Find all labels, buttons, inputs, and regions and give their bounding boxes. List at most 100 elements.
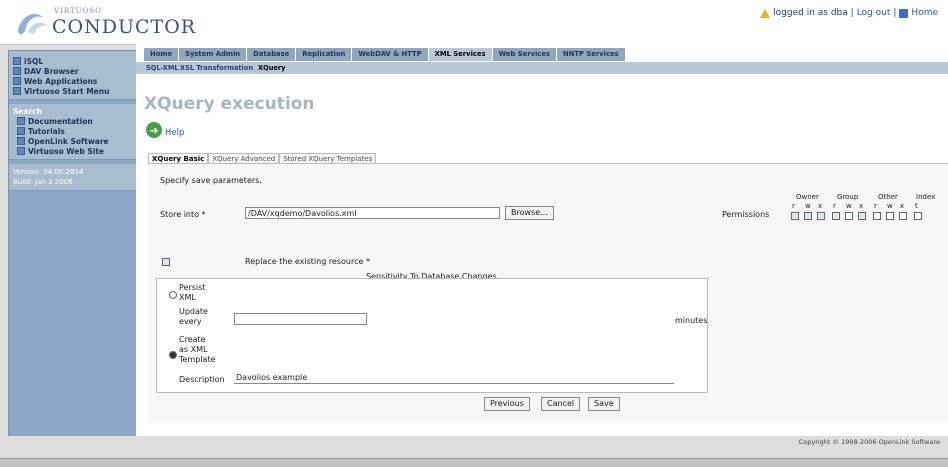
create-template-label: Create as XML Template (179, 335, 216, 364)
sidebar-version: Version: 04.00.2814 Build: Jan 3 2006 (9, 164, 137, 191)
perm-letter: t (915, 202, 918, 210)
create-template-radio-dot[interactable] (169, 351, 177, 359)
persist-radio[interactable] (169, 291, 177, 302)
minutes-label: minutes (675, 316, 708, 325)
sidebar-item-openlink[interactable]: OpenLink Software (17, 136, 133, 146)
tab-webdav-http[interactable]: WebDAV & HTTP (352, 48, 429, 61)
warning-icon (760, 8, 771, 18)
main-nav-tabs: Home System Admin Database Replication W… (144, 48, 626, 61)
replace-checkbox[interactable] (162, 258, 170, 269)
sidebar-item-isql[interactable]: iSQL (13, 56, 133, 66)
intro-text: Specify save parameters. (160, 176, 262, 185)
sidebar-item-label: OpenLink Software (28, 136, 109, 146)
replace-label: Replace the existing resource * (245, 257, 370, 266)
build-text: Build: Jan 3 2006 (13, 178, 73, 186)
tab-system-admin[interactable]: System Admin (179, 48, 248, 61)
perm-owner-label: Owner (796, 193, 819, 201)
search-title: Search (13, 107, 43, 116)
logo-small-text: VIRTUOSO (54, 7, 102, 15)
tutorial-icon (17, 127, 25, 135)
sidebar-item-label: Documentation (28, 116, 93, 126)
sidebar-item-label: Virtuoso Web Site (28, 146, 104, 156)
version-text: Version: 04.00.2814 (13, 168, 84, 176)
sidebar-item-virtuoso-site[interactable]: Virtuoso Web Site (17, 146, 133, 156)
browse-button[interactable]: Browse... (505, 206, 554, 220)
main-content: Home System Admin Database Replication W… (136, 44, 948, 436)
description-input[interactable]: Davolios example (234, 372, 674, 384)
tab-xml-services[interactable]: XML Services (428, 48, 493, 61)
perm-checkbox[interactable] (899, 212, 907, 220)
help-arrow-icon[interactable]: ➔ (146, 122, 162, 138)
home-link[interactable]: Home (911, 8, 938, 18)
tab-home[interactable]: Home (144, 48, 180, 61)
description-label: Description (179, 375, 225, 384)
save-button[interactable]: Save (588, 397, 620, 411)
sidebar-item-label: Web Applications (24, 76, 98, 86)
sidebar-item-documentation[interactable]: Documentation (17, 116, 133, 126)
store-into-input[interactable]: /DAV/xqdemo/Davolios.xml (245, 207, 500, 219)
perm-index-label: Index (916, 193, 936, 201)
web-icon (13, 77, 21, 85)
sidebar-item-dav-browser[interactable]: DAV Browser (13, 66, 133, 76)
sidebar-search: Search Documentation Tutorials OpenLink … (9, 104, 137, 160)
perm-checkbox[interactable] (845, 212, 853, 220)
tab-database[interactable]: Database (247, 48, 297, 61)
perm-letter: w (805, 202, 811, 210)
login-text: logged in as dba | (773, 8, 854, 18)
menu-icon (13, 87, 21, 95)
virtuoso-conductor-logo[interactable]: VIRTUOSO CONDUCTOR (14, 6, 195, 40)
perm-letter: x (859, 202, 864, 210)
page-title: XQuery execution (144, 94, 315, 114)
permission-grid: rwxrwxrwxt (791, 202, 948, 222)
update-every-input[interactable] (234, 313, 367, 325)
save-parameters-panel: Specify save parameters. Store into * /D… (148, 163, 948, 422)
store-into-label: Store into * (160, 210, 206, 219)
perm-letter: w (846, 202, 852, 210)
home-icon[interactable] (899, 8, 909, 18)
sidebar: iSQL DAV Browser Web Applications Virtuo… (8, 50, 138, 437)
document-icon (17, 117, 25, 125)
perm-checkbox[interactable] (804, 212, 812, 220)
perm-checkbox[interactable] (873, 212, 881, 220)
sidebar-links: iSQL DAV Browser Web Applications Virtuo… (9, 51, 137, 100)
sidebar-item-label: Virtuoso Start Menu (24, 86, 110, 96)
sidebar-item-web-applications[interactable]: Web Applications (13, 76, 133, 86)
perm-letter: x (818, 202, 823, 210)
cancel-button[interactable]: Cancel (541, 397, 581, 411)
sidebar-item-label: iSQL (24, 56, 44, 66)
isql-icon (13, 57, 21, 65)
subtab-sql-xml[interactable]: SQL-XML (146, 63, 179, 73)
replace-checkbox-box[interactable] (162, 258, 170, 266)
tab-replication[interactable]: Replication (296, 48, 353, 61)
folder-icon (13, 67, 21, 75)
copyright-text: Copyright © 1998-2006 OpenLink Software (798, 438, 940, 446)
header-bar: VIRTUOSO CONDUCTOR logged in as dba | Lo… (0, 0, 948, 45)
perm-checkbox[interactable] (832, 212, 840, 220)
sub-nav-tabs: SQL-XML XSL Transformation XQuery (136, 62, 948, 74)
perm-checkbox[interactable] (914, 212, 922, 220)
help-label[interactable]: Help (165, 128, 184, 138)
sidebar-item-tutorials[interactable]: Tutorials (17, 126, 133, 136)
tab-web-services[interactable]: Web Services (492, 48, 557, 61)
website-icon (17, 147, 25, 155)
perm-letter: x (900, 202, 905, 210)
permissions-label: Permissions (722, 210, 770, 219)
subtab-xsl-transformation[interactable]: XSL Transformation (180, 63, 253, 73)
logo-big-text: CONDUCTOR (52, 16, 197, 38)
perm-checkbox[interactable] (791, 212, 799, 220)
create-template-radio[interactable] (169, 351, 177, 362)
sidebar-item-start-menu[interactable]: Virtuoso Start Menu (13, 86, 133, 96)
logout-link[interactable]: Log out (857, 8, 891, 18)
logo-swirl-icon (18, 14, 48, 35)
subtab-xquery[interactable]: XQuery (258, 63, 285, 73)
help-link[interactable]: ➔ Help (146, 122, 184, 138)
login-info: logged in as dba | Log out | Home (760, 8, 938, 18)
perm-checkbox[interactable] (858, 212, 866, 220)
previous-button[interactable]: Previous (484, 397, 530, 411)
perm-checkbox[interactable] (886, 212, 894, 220)
separator: | (893, 8, 897, 18)
sensitivity-box: Persist XML Update every minutes Create … (156, 278, 708, 393)
perm-checkbox[interactable] (817, 212, 825, 220)
persist-radio-dot[interactable] (169, 291, 177, 299)
tab-nntp-services[interactable]: NNTP Services (557, 48, 626, 61)
